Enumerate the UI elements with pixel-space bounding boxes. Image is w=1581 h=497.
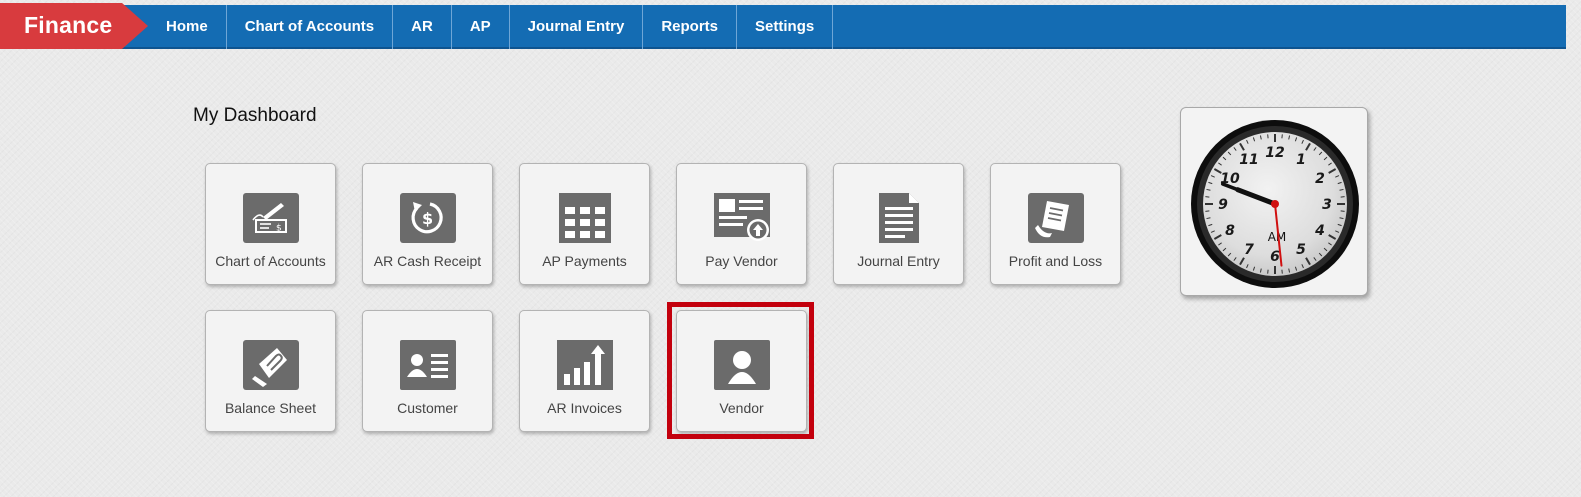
tile-label: Journal Entry — [857, 253, 940, 269]
clock-numeral: 8 — [1225, 223, 1235, 239]
clock-numeral: 6 — [1270, 249, 1280, 265]
tile-label: Customer — [397, 400, 458, 416]
bar-growth-icon — [556, 340, 613, 390]
tile-label: AR Invoices — [547, 400, 622, 416]
nav-ap[interactable]: AP — [450, 5, 509, 49]
clock-numeral: 12 — [1265, 145, 1284, 161]
clock-numeral: 4 — [1314, 223, 1325, 239]
nav-settings[interactable]: Settings — [736, 5, 834, 49]
document-icon — [871, 193, 927, 243]
clock-numeral: 1 — [1296, 152, 1306, 168]
tile-label: Pay Vendor — [705, 253, 778, 269]
paper-clip-icon — [242, 340, 299, 390]
check-icon: $ — [242, 193, 299, 243]
tile-customer[interactable]: Customer — [362, 310, 493, 432]
tile-ar-invoices[interactable]: AR Invoices — [519, 310, 650, 432]
selection-highlight — [667, 302, 814, 439]
tile-journal-entry[interactable]: Journal Entry — [833, 163, 964, 285]
tile-chart-of-accounts[interactable]: $ Chart of Accounts — [205, 163, 336, 285]
clock-numeral: 9 — [1218, 197, 1228, 213]
page-title: My Dashboard — [193, 105, 317, 126]
clock-numeral: 7 — [1244, 242, 1254, 258]
tile-label: AR Cash Receipt — [373, 253, 482, 269]
clock-numeral: 3 — [1322, 197, 1332, 213]
nav-ar[interactable]: AR — [392, 5, 451, 49]
svg-text:$: $ — [276, 224, 282, 234]
clock-center-pin — [1271, 200, 1279, 208]
cash-refund-icon: $ — [399, 193, 456, 243]
pay-upload-icon — [713, 193, 770, 243]
tile-ap-payments[interactable]: AP Payments — [519, 163, 650, 285]
calculator-grid-icon — [557, 193, 613, 243]
tile-label: Profit and Loss — [1008, 253, 1103, 269]
tile-label: Chart of Accounts — [215, 253, 326, 269]
svg-text:$: $ — [422, 209, 433, 228]
tile-ar-cash-receipt[interactable]: $ AR Cash Receipt — [362, 163, 493, 285]
tile-balance-sheet[interactable]: Balance Sheet — [205, 310, 336, 432]
top-nav-bar: Home Chart of Accounts AR AP Journal Ent… — [0, 5, 1566, 49]
tile-profit-and-loss[interactable]: Profit and Loss — [990, 163, 1121, 285]
main-nav: Home Chart of Accounts AR AP Journal Ent… — [148, 5, 834, 49]
brand-logo[interactable]: Finance — [0, 3, 148, 49]
clock-widget: 12 1 2 3 4 5 6 7 8 9 10 11 AM — [1180, 107, 1368, 296]
tile-label: AP Payments — [542, 253, 627, 269]
tile-label: Balance Sheet — [224, 400, 317, 416]
nav-journal-entry[interactable]: Journal Entry — [508, 5, 643, 49]
clock-numeral: 2 — [1315, 171, 1325, 187]
contact-card-icon — [399, 340, 456, 390]
receipt-icon — [1027, 193, 1084, 243]
analog-clock: 12 1234567891011 AM — [1191, 120, 1359, 288]
clock-numeral: 11 — [1239, 152, 1258, 168]
tile-pay-vendor[interactable]: Pay Vendor — [676, 163, 807, 285]
nav-reports[interactable]: Reports — [642, 5, 736, 49]
clock-numeral: 5 — [1296, 242, 1306, 258]
nav-home[interactable]: Home — [148, 5, 226, 49]
nav-chart-of-accounts[interactable]: Chart of Accounts — [225, 5, 392, 49]
